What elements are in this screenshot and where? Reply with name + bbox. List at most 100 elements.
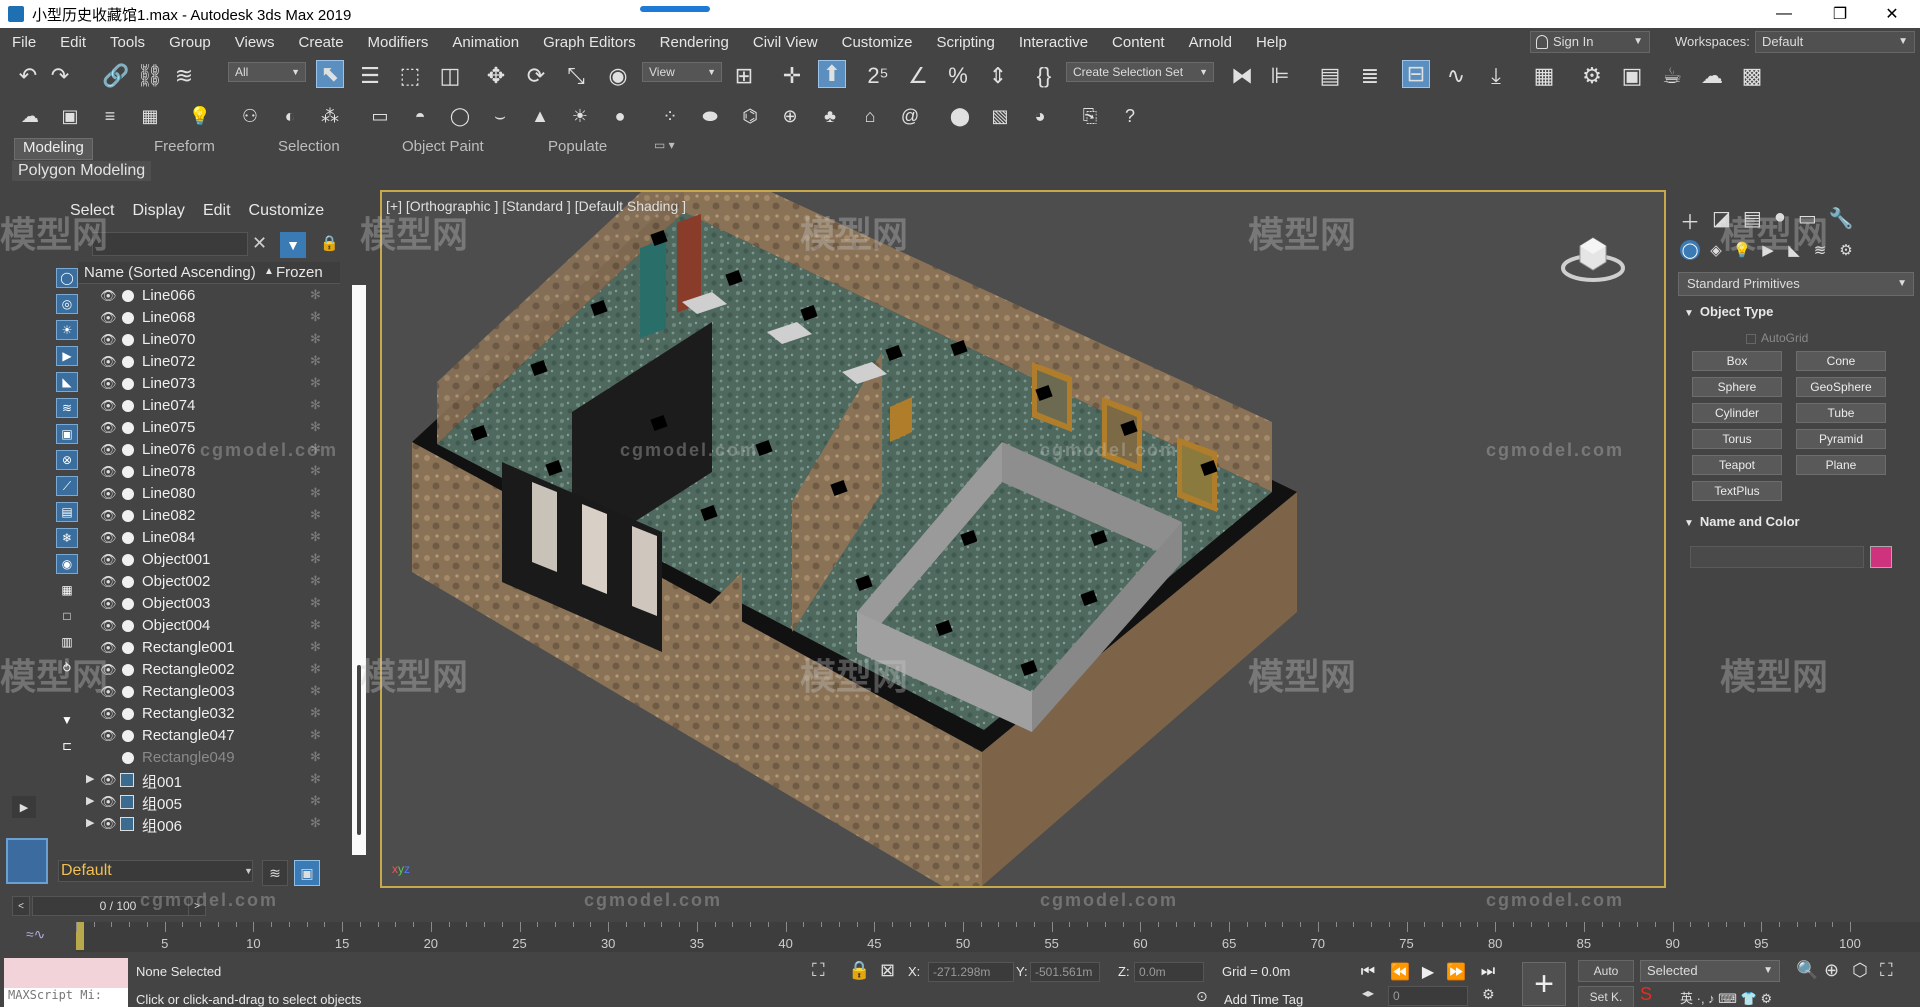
list-item[interactable]: 👁 Line082 ✻	[78, 505, 340, 527]
frozen-toggle-icon[interactable]: ✻	[310, 551, 321, 567]
sign-in-dropdown[interactable]: Sign In ▼	[1530, 31, 1650, 53]
frozen-toggle-icon[interactable]: ✻	[310, 749, 321, 765]
moon-icon[interactable]: ●	[608, 104, 632, 128]
frozen-toggle-icon[interactable]: ✻	[310, 639, 321, 655]
display-bones-icon[interactable]: ⟋	[56, 476, 78, 496]
spinner-snap-icon[interactable]: ⇕	[984, 62, 1012, 90]
go-to-end-icon[interactable]: ⏭	[1476, 960, 1500, 984]
object-type-rollout[interactable]: ▼ Object Type	[1678, 304, 1914, 326]
list-item[interactable]: 👁 Rectangle001 ✻	[78, 637, 340, 659]
list-item[interactable]: 👁 Line080 ✻	[78, 483, 340, 505]
visibility-eye-icon[interactable]: 👁	[100, 816, 117, 832]
spacewarps-icon[interactable]: ≋	[1810, 240, 1830, 260]
display-containers-icon[interactable]: ▤	[56, 502, 78, 522]
menu-help[interactable]: Help	[1244, 34, 1299, 51]
frozen-toggle-icon[interactable]: ✻	[310, 463, 321, 479]
pivot-center-icon[interactable]: ⊞	[730, 62, 758, 90]
filter-icon[interactable]: ▼	[56, 710, 78, 730]
visibility-eye-icon[interactable]: 👁	[100, 728, 117, 744]
tab-selection[interactable]: Selection	[278, 138, 340, 160]
cylinder-button[interactable]: Cylinder	[1692, 403, 1782, 423]
visibility-eye-icon[interactable]: 👁	[100, 420, 117, 436]
go-to-start-icon[interactable]: ⏮	[1356, 960, 1380, 984]
filter-icon[interactable]: ▼	[280, 232, 306, 258]
time-config-icon[interactable]: ⚙	[1482, 986, 1495, 1003]
render-element-icon[interactable]: ▧	[988, 104, 1012, 128]
layer-select[interactable]: Default	[58, 860, 253, 882]
sort-by-layer-icon[interactable]: ▣	[294, 860, 320, 886]
display-shapes-icon[interactable]: ◎	[56, 294, 78, 314]
rotate-icon[interactable]: ⟳	[522, 62, 550, 90]
sun-icon[interactable]: ☀	[568, 104, 592, 128]
redo-icon[interactable]: ↷	[46, 62, 74, 90]
visibility-eye-icon[interactable]: 👁	[100, 684, 117, 700]
list-item[interactable]: 👁 Line078 ✻	[78, 461, 340, 483]
list-icon[interactable]: ≡	[98, 104, 122, 128]
angle-snap-icon[interactable]: ∠	[904, 62, 932, 90]
previous-frame-icon[interactable]: ⏪	[1388, 960, 1412, 984]
zoom-icon[interactable]: 🔍	[1796, 960, 1818, 981]
plant-icon[interactable]: ♣	[818, 104, 842, 128]
column-name[interactable]: Name (Sorted Ascending)	[84, 264, 256, 281]
shell-icon[interactable]: @	[898, 104, 922, 128]
curve-editor-icon[interactable]: ∿	[1442, 62, 1470, 90]
explorer-search-input[interactable]	[92, 232, 248, 256]
sphere-object-icon[interactable]: ◯	[448, 104, 472, 128]
menu-customize[interactable]: Customize	[830, 34, 925, 51]
frozen-toggle-icon[interactable]: ✻	[310, 727, 321, 743]
menu-group[interactable]: Group	[157, 34, 223, 51]
display-geometry-icon[interactable]: ◯	[56, 268, 78, 288]
frozen-toggle-icon[interactable]: ✻	[310, 815, 321, 831]
move-icon[interactable]: ✥	[482, 62, 510, 90]
list-item[interactable]: 👁 Object003 ✻	[78, 593, 340, 615]
export-icon[interactable]: ⎘	[1078, 104, 1102, 128]
textplus-button[interactable]: TextPlus	[1692, 481, 1782, 501]
frozen-toggle-icon[interactable]: ✻	[310, 573, 321, 589]
rect-selection-icon[interactable]: ⬚	[396, 62, 424, 90]
explorer-scrollbar[interactable]	[352, 285, 366, 855]
expand-arrow-icon[interactable]: ▶	[86, 816, 94, 829]
visibility-eye-icon[interactable]: 👁	[100, 332, 117, 348]
hierarchy-tab-icon[interactable]: ▤	[1743, 206, 1762, 235]
display-helpers-icon[interactable]: ◣	[56, 372, 78, 392]
viewport-label[interactable]: [+] [Orthographic ] [Standard ] [Default…	[386, 198, 686, 214]
y-coordinate-field[interactable]: -501.561m	[1030, 962, 1100, 982]
list-item[interactable]: 👁 Line073 ✻	[78, 373, 340, 395]
lights-icon[interactable]: 💡	[1732, 240, 1752, 260]
expand-arrow-icon[interactable]: ▶	[86, 794, 94, 807]
frozen-toggle-icon[interactable]: ✻	[310, 705, 321, 721]
display-invert-icon[interactable]: ▥	[56, 632, 78, 652]
light-bulb-icon[interactable]: 💡	[188, 104, 212, 128]
key-filter-select[interactable]: Selected ▼	[1640, 960, 1780, 982]
visibility-eye-icon[interactable]: 👁	[100, 376, 117, 392]
maxscript-mini-input[interactable]: MAXScript Mi:	[4, 988, 128, 1007]
explorer-menu-customize[interactable]: Customize	[249, 202, 325, 220]
plane-object-icon[interactable]: ▭	[368, 104, 392, 128]
frame-spinner-icon[interactable]: ◂▸	[1362, 986, 1374, 1000]
utilities-tab-icon[interactable]: 🔧	[1829, 206, 1854, 235]
display-frozen-icon[interactable]: ❄	[56, 528, 78, 548]
next-frame-icon[interactable]: ⏩	[1444, 960, 1468, 984]
display-spacewarps-icon[interactable]: ≋	[56, 398, 78, 418]
systems-icon[interactable]: ⚙	[1836, 240, 1856, 260]
undo-icon[interactable]: ↶	[14, 62, 42, 90]
autogrid-checkbox[interactable]: AutoGrid	[1746, 331, 1808, 345]
tab-populate[interactable]: Populate	[548, 138, 607, 160]
list-item[interactable]: 👁 Line066 ✻	[78, 285, 340, 307]
frozen-toggle-icon[interactable]: ✻	[310, 419, 321, 435]
folder-icon[interactable]: ⊏	[56, 736, 78, 756]
visibility-eye-icon[interactable]: 👁	[100, 706, 117, 722]
keyboard-shortcut-override-icon[interactable]: ⬆	[818, 60, 846, 88]
list-item[interactable]: 👁 Rectangle032 ✻	[78, 703, 340, 725]
chevron-down-icon[interactable]: ▼	[244, 866, 253, 876]
torus-button[interactable]: Torus	[1692, 429, 1782, 449]
frozen-toggle-icon[interactable]: ✻	[310, 353, 321, 369]
maximize-viewport-icon[interactable]: ⛶	[1880, 960, 1893, 981]
frozen-toggle-icon[interactable]: ✻	[310, 529, 321, 545]
align-icon[interactable]: ⊫	[1266, 62, 1294, 90]
visibility-eye-icon[interactable]: 👁	[100, 574, 117, 590]
menu-graph-editors[interactable]: Graph Editors	[531, 34, 648, 51]
list-item[interactable]: 👁 Rectangle002 ✻	[78, 659, 340, 681]
set-key-button[interactable]: Set K.	[1578, 986, 1634, 1007]
visibility-eye-icon[interactable]: 👁	[100, 354, 117, 370]
